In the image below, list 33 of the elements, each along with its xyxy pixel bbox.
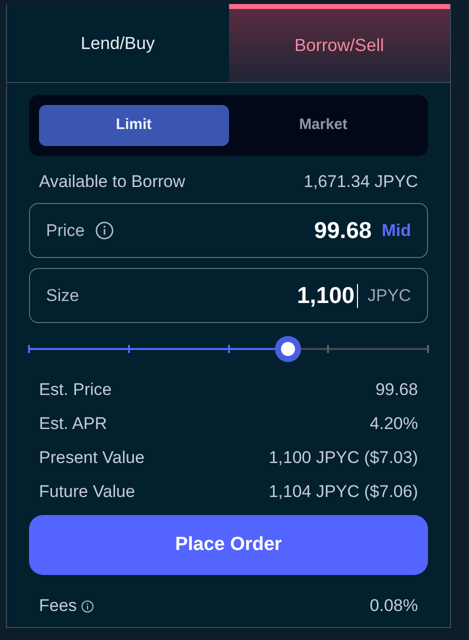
unit-label: JPYC <box>368 284 411 307</box>
summary-value: 99.68 <box>375 379 418 402</box>
size-field[interactable]: Size 1,100 JPYC <box>29 268 428 323</box>
price-value: 99.68 <box>314 216 372 246</box>
summary-label: Est. Price <box>39 379 112 402</box>
fees-value: 0.08% <box>370 595 418 618</box>
order-type-tab[interactable]: Limit <box>39 105 228 146</box>
field-label: Size <box>46 284 80 307</box>
text-cursor <box>356 284 358 308</box>
mid-button[interactable]: Mid <box>382 218 411 244</box>
info-icon <box>80 600 94 612</box>
summary-value: 1,104 JPYC ($7.06) <box>268 481 418 504</box>
price-field[interactable]: Price 99.68 Mid <box>29 203 428 258</box>
slider-tick <box>228 345 230 353</box>
slider-thumb[interactable] <box>275 336 302 362</box>
tab[interactable]: Borrow/Sell <box>228 4 450 82</box>
info-icon <box>94 221 114 240</box>
slider-tick <box>327 345 330 353</box>
slider-tick <box>128 345 130 353</box>
size-value: 1,100 <box>296 281 355 310</box>
summary-value: 4.20% <box>370 413 418 436</box>
available-label: Available to Borrow <box>39 171 186 194</box>
place-order-button[interactable]: Place Order <box>29 515 428 575</box>
slider-tick <box>427 345 429 353</box>
summary-label: Est. APR <box>39 413 108 436</box>
summary-label: Present Value <box>39 447 145 470</box>
order-type-tab[interactable]: Market <box>228 105 418 146</box>
slider-tick <box>28 345 30 353</box>
summary-value: 1,100 JPYC ($7.03) <box>268 447 418 470</box>
fees-label: Fees <box>39 595 77 618</box>
field-label: Price <box>46 220 85 242</box>
summary-label: Future Value <box>39 481 136 504</box>
available-value: 1,671.34 JPYC <box>304 171 418 194</box>
